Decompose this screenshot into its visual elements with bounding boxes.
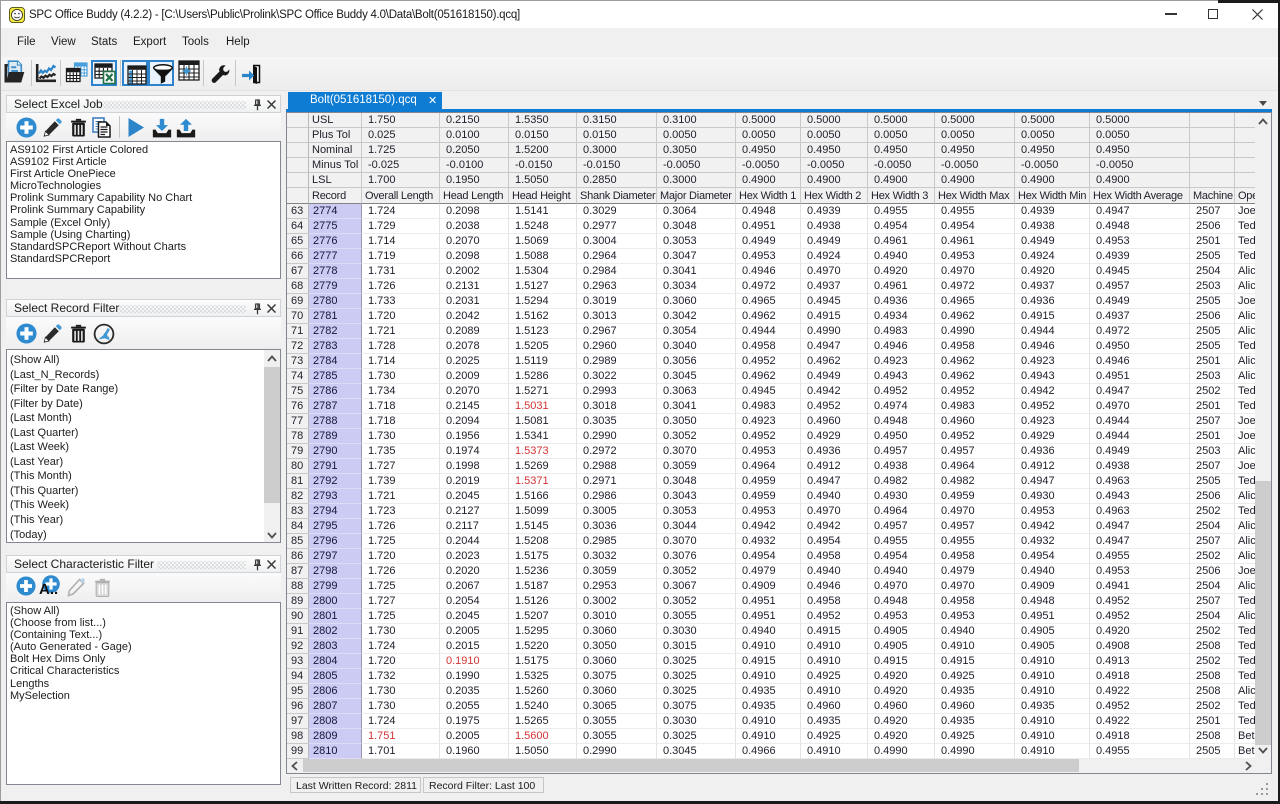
- svg-text:A..: A..: [39, 581, 58, 597]
